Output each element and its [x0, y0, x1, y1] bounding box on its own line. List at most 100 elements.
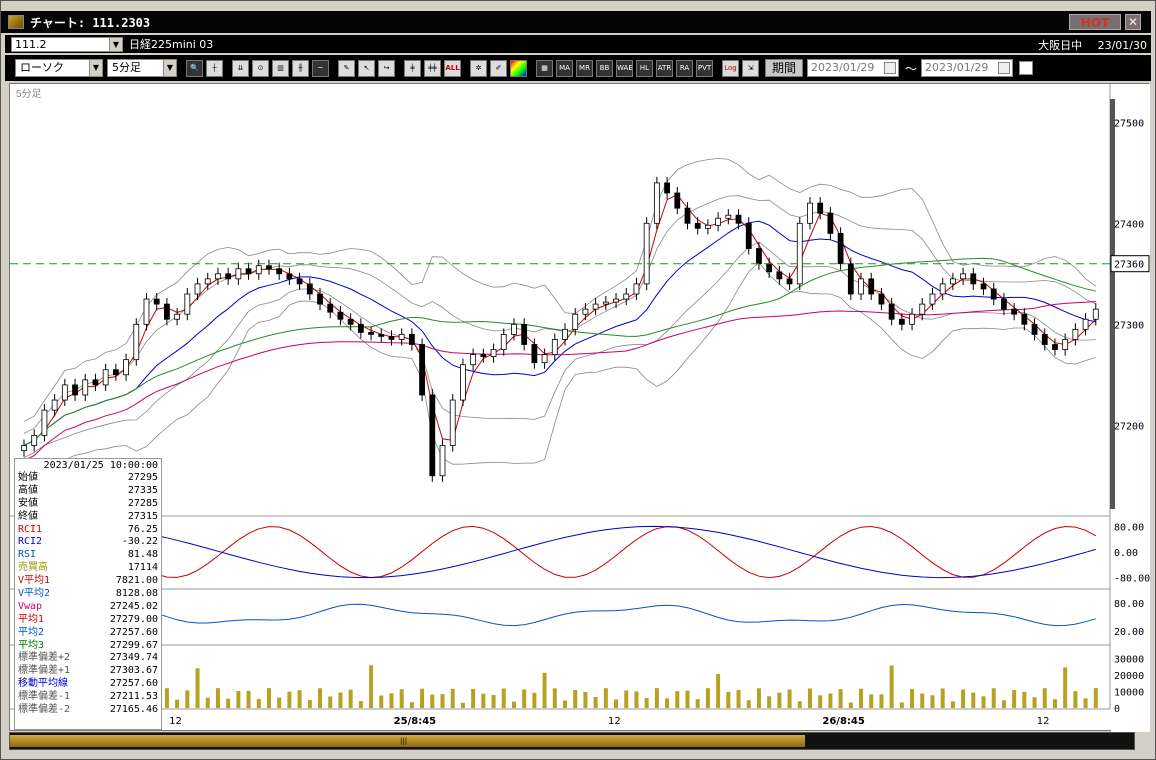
symbol-select[interactable]: 111.2 ▼: [11, 36, 123, 52]
period-checkbox[interactable]: [1019, 61, 1034, 75]
settings-icon[interactable]: ✲: [470, 59, 487, 77]
export-icon[interactable]: ⇲: [742, 59, 759, 77]
candle-body: [327, 303, 334, 313]
data-window-value: 8128.08: [115, 588, 158, 600]
chevron-down-icon[interactable]: ▼: [163, 60, 176, 76]
data-window-datetime: 2023/01/25 10:00:00: [43, 460, 158, 471]
candle-body: [72, 384, 78, 396]
candle-pair-icon[interactable]: ╪╪: [424, 59, 441, 77]
calendar-icon[interactable]: [884, 62, 897, 74]
candle-body: [153, 298, 160, 305]
candle-body: [592, 303, 599, 310]
ma2-line: [23, 220, 1096, 446]
volume-bar: [246, 690, 251, 708]
chevron-down-icon[interactable]: ▼: [89, 60, 102, 76]
candle-single-icon[interactable]: ╪: [404, 59, 421, 77]
volume-bar: [685, 690, 690, 708]
chart-scrollbar[interactable]: |||: [9, 732, 1135, 750]
candle-body: [1031, 323, 1038, 335]
grid-icon[interactable]: ▦: [536, 59, 553, 77]
indicator-bb-button[interactable]: BB: [596, 59, 613, 77]
rsi-line: [23, 603, 1096, 627]
calendar-icon[interactable]: [998, 62, 1011, 74]
indicator-ma-button[interactable]: MA: [556, 59, 573, 77]
volume-bar: [593, 697, 598, 708]
data-window-row: RCI2 -30.22: [15, 536, 161, 549]
data-window-row: 標準偏差-2 27165.46: [15, 704, 161, 717]
bar-chart-icon[interactable]: ▥: [272, 59, 289, 77]
candle-body: [960, 273, 966, 280]
candle-body: [807, 202, 813, 224]
data-window-value: 27257.60: [109, 678, 158, 690]
scroll-thumb[interactable]: |||: [400, 737, 414, 745]
rci-tick-label: 80.00: [1114, 522, 1144, 533]
rci-tick-label: 0.00: [1114, 548, 1138, 559]
candle-body: [235, 268, 242, 280]
hot-button[interactable]: HOT: [1069, 14, 1121, 30]
cursor-icon[interactable]: ↖: [358, 59, 375, 77]
volume-bar: [644, 698, 649, 708]
volume-bar: [307, 699, 312, 708]
volume-bar: [848, 702, 853, 708]
indicator-atr-button[interactable]: ATR: [656, 59, 673, 77]
indicator-ra-button[interactable]: RA: [676, 59, 693, 77]
chart-type-select[interactable]: ローソク ▼: [15, 59, 103, 77]
date-to-input[interactable]: 2023/01/29: [921, 59, 1014, 77]
candle-body: [449, 399, 456, 446]
down-arrow-icon[interactable]: ⇊: [232, 59, 249, 77]
chart-canvas[interactable]: 5分足 27500 27400 27300 27200 27360 80.00 0.00 -80…: [10, 84, 1150, 732]
color-icon[interactable]: [510, 59, 527, 77]
interval-select[interactable]: 5分足 ▼: [107, 59, 177, 77]
candle-body: [939, 283, 946, 295]
candle-body: [572, 313, 579, 330]
candle-body: [419, 344, 425, 396]
indicator-pvt-button[interactable]: PVT: [696, 59, 713, 77]
close-icon[interactable]: ✕: [1125, 14, 1141, 30]
log-button[interactable]: Log: [722, 59, 739, 77]
all-button[interactable]: ALL: [444, 59, 461, 77]
brush-icon[interactable]: ✐: [490, 59, 507, 77]
data-window-value: 7821.00: [115, 575, 158, 587]
candle-body: [653, 182, 660, 224]
chart-area[interactable]: 5分足 27500 27400 27300 27200 27360 80.00 0.00 -80…: [9, 83, 1150, 732]
candle-icon[interactable]: ╫: [292, 59, 309, 77]
candle-body: [133, 323, 140, 361]
data-window-value: -30.22: [121, 536, 158, 548]
candle-body: [694, 222, 701, 229]
line-flat-icon[interactable]: ─: [312, 59, 329, 77]
arrow-curve-icon[interactable]: ↪: [378, 59, 395, 77]
date-from-input[interactable]: 2023/01/29: [807, 59, 900, 77]
indicator-hl-button[interactable]: HL: [636, 59, 653, 77]
indicator-mr-button[interactable]: MR: [576, 59, 593, 77]
candle-body: [919, 303, 926, 315]
chevron-down-icon[interactable]: ▼: [109, 37, 122, 51]
candle-body: [725, 214, 732, 219]
volume-bar: [430, 694, 435, 708]
pen-draw-icon[interactable]: ✎: [338, 59, 355, 77]
volume-bar: [1052, 699, 1057, 708]
period-button[interactable]: 期間: [765, 59, 804, 77]
zoom-reset-icon[interactable]: ⊙: [252, 59, 269, 77]
interval-label: 5分足: [16, 88, 42, 100]
candle-body: [531, 344, 538, 364]
zoom-in-icon[interactable]: 🔍: [186, 59, 203, 77]
data-window-label: 平均3: [18, 639, 45, 651]
market-label: 大阪日中: [1038, 39, 1083, 52]
candle-body: [1052, 344, 1058, 350]
candle-body: [1021, 313, 1028, 325]
volume-bar: [358, 701, 363, 708]
candle-body: [470, 354, 477, 366]
volume-bar: [328, 696, 333, 708]
candle-body: [174, 313, 181, 320]
indicator-wae-button[interactable]: WAE: [616, 59, 633, 77]
rsi-tick-label: 80.00: [1114, 599, 1144, 610]
volume-bar: [910, 689, 915, 708]
crosshair-icon[interactable]: ┼: [206, 59, 223, 77]
candle-body: [786, 278, 793, 285]
data-window-label: 平均1: [18, 613, 45, 625]
data-window-row: V平均1 7821.00: [15, 575, 161, 588]
volume-bar: [828, 693, 833, 708]
data-window-row: Vwap 27245.02: [15, 601, 161, 614]
candle-body: [490, 349, 497, 358]
candle-body: [858, 278, 864, 295]
